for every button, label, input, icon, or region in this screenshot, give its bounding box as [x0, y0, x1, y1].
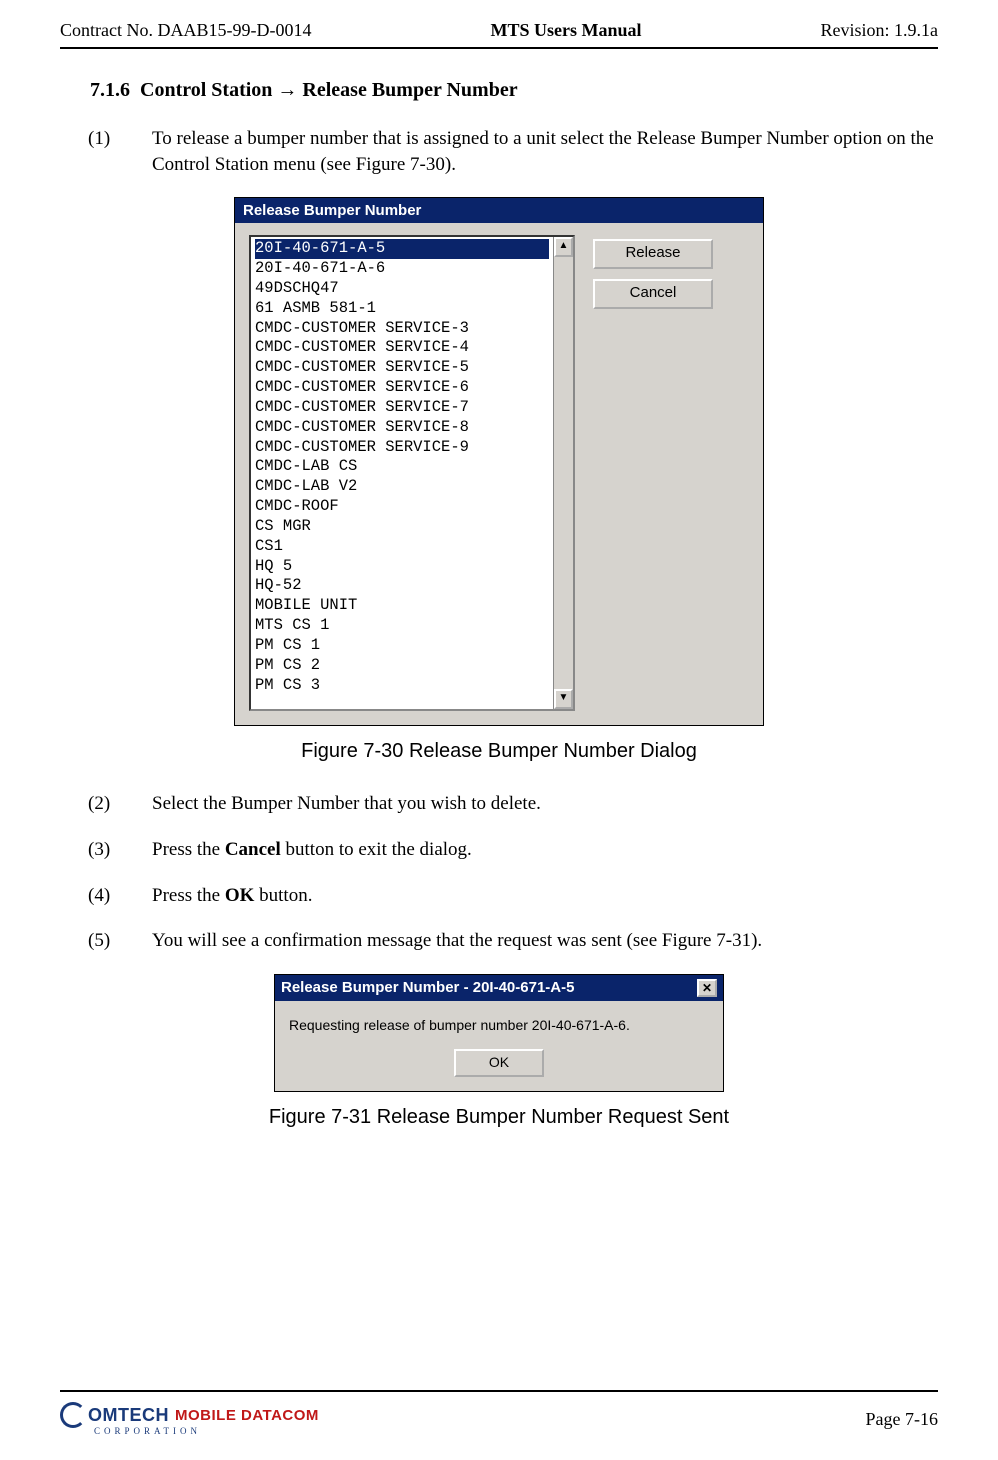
section-title-prefix: Control Station	[140, 79, 272, 101]
confirmation-message: Requesting release of bumper number 20I-…	[289, 1017, 709, 1033]
section-number: 7.1.6	[90, 79, 130, 101]
header-left: Contract No. DAAB15-99-D-0014	[60, 20, 311, 41]
confirmation-titlebar: Release Bumper Number - 20I-40-671-A-5 ✕	[275, 975, 723, 1001]
confirmation-dialog: Release Bumper Number - 20I-40-671-A-5 ✕…	[274, 974, 724, 1092]
list-item[interactable]: 20I-40-671-A-6	[255, 259, 549, 279]
close-icon[interactable]: ✕	[697, 979, 717, 997]
footer-rule	[60, 1390, 938, 1392]
logo-text-main: OMTECH	[88, 1405, 169, 1426]
list-item[interactable]: CMDC-CUSTOMER SERVICE-4	[255, 338, 549, 358]
list-item[interactable]: CMDC-CUSTOMER SERVICE-6	[255, 378, 549, 398]
list-item[interactable]: CMDC-LAB V2	[255, 477, 549, 497]
list-item[interactable]: CMDC-ROOF	[255, 497, 549, 517]
scroll-down-button[interactable]: ▼	[554, 689, 573, 709]
section-title-suffix: Release Bumper Number	[302, 79, 517, 101]
list-item[interactable]: 49DSCHQ47	[255, 279, 549, 299]
list-item[interactable]: CMDC-CUSTOMER SERVICE-5	[255, 358, 549, 378]
list-item[interactable]: MTS CS 1	[255, 616, 549, 636]
step-5: (5)You will see a confirmation message t…	[120, 928, 938, 954]
release-bumper-dialog: Release Bumper Number 20I-40-671-A-520I-…	[234, 197, 764, 726]
page-number: Page 7-16	[866, 1409, 938, 1430]
step-4-number: (4)	[120, 883, 152, 909]
step-3-bold: Cancel	[225, 839, 281, 860]
list-item[interactable]: PM CS 2	[255, 656, 549, 676]
list-item[interactable]: CMDC-CUSTOMER SERVICE-8	[255, 418, 549, 438]
confirmation-title: Release Bumper Number - 20I-40-671-A-5	[281, 979, 574, 996]
list-item[interactable]: CS MGR	[255, 517, 549, 537]
step-5-text: You will see a confirmation message that…	[152, 930, 762, 951]
scroll-up-button[interactable]: ▲	[554, 237, 573, 257]
list-item[interactable]: CMDC-CUSTOMER SERVICE-7	[255, 398, 549, 418]
list-item[interactable]: MOBILE UNIT	[255, 596, 549, 616]
step-2-number: (2)	[120, 791, 152, 817]
header-rule	[60, 47, 938, 49]
ok-button[interactable]: OK	[454, 1049, 544, 1077]
list-item[interactable]: PM CS 1	[255, 636, 549, 656]
list-item[interactable]: 61 ASMB 581-1	[255, 299, 549, 319]
step-4-post: button.	[254, 885, 312, 906]
step-2-text: Select the Bumper Number that you wish t…	[152, 793, 541, 814]
logo-mark-icon	[60, 1402, 88, 1428]
footer-logo: OMTECH MOBILE DATACOM CORPORATION	[60, 1402, 319, 1436]
list-item[interactable]: CS1	[255, 537, 549, 557]
step-1: (1)To release a bumper number that is as…	[120, 126, 938, 177]
figure-7-30-caption: Figure 7-30 Release Bumper Number Dialog	[60, 740, 938, 763]
logo-subtext: CORPORATION	[94, 1426, 319, 1436]
list-item[interactable]: 20I-40-671-A-5	[255, 239, 549, 259]
logo-text-side: MOBILE DATACOM	[175, 1407, 319, 1424]
scrollbar[interactable]: ▲ ▼	[553, 237, 573, 709]
list-item[interactable]: CMDC-LAB CS	[255, 457, 549, 477]
list-item[interactable]: CMDC-CUSTOMER SERVICE-9	[255, 438, 549, 458]
list-item[interactable]: HQ 5	[255, 557, 549, 577]
section-heading: 7.1.6 Control Station → Release Bumper N…	[90, 79, 938, 102]
step-4-pre: Press the	[152, 885, 225, 906]
page-footer: OMTECH MOBILE DATACOM CORPORATION Page 7…	[60, 1390, 938, 1436]
arrow-icon: →	[277, 79, 297, 101]
step-3: (3)Press the Cancel button to exit the d…	[120, 837, 938, 863]
bumper-listbox[interactable]: 20I-40-671-A-520I-40-671-A-649DSCHQ4761 …	[249, 235, 575, 711]
step-5-number: (5)	[120, 928, 152, 954]
step-3-pre: Press the	[152, 839, 225, 860]
header-right: Revision: 1.9.1a	[820, 20, 938, 41]
list-item[interactable]: PM CS 3	[255, 676, 549, 696]
step-3-post: button to exit the dialog.	[281, 839, 472, 860]
figure-7-31-caption: Figure 7-31 Release Bumper Number Reques…	[60, 1106, 938, 1129]
dialog-titlebar: Release Bumper Number	[235, 198, 763, 223]
page-header: Contract No. DAAB15-99-D-0014 MTS Users …	[60, 20, 938, 41]
step-2: (2)Select the Bumper Number that you wis…	[120, 791, 938, 817]
release-button[interactable]: Release	[593, 239, 713, 269]
step-4-bold: OK	[225, 885, 255, 906]
step-3-number: (3)	[120, 837, 152, 863]
step-4: (4)Press the OK button.	[120, 883, 938, 909]
scroll-track[interactable]	[554, 257, 573, 689]
step-1-text: To release a bumper number that is assig…	[152, 128, 934, 175]
list-item[interactable]: CMDC-CUSTOMER SERVICE-3	[255, 319, 549, 339]
header-center: MTS Users Manual	[490, 20, 641, 41]
step-1-number: (1)	[120, 126, 152, 152]
cancel-button[interactable]: Cancel	[593, 279, 713, 309]
list-item[interactable]: HQ-52	[255, 576, 549, 596]
